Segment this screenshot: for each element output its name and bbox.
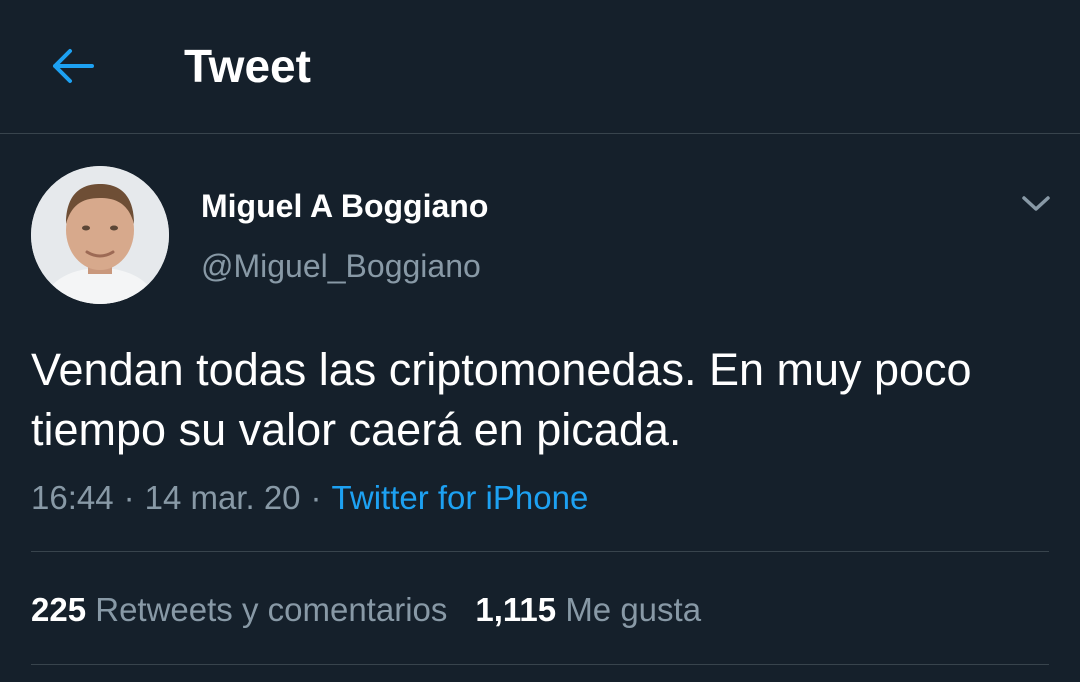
avatar[interactable] [31,166,169,304]
page-title: Tweet [184,40,311,92]
arrow-left-icon [53,49,94,83]
tweet-text: Vendan todas las criptomonedas. En muy p… [31,344,972,455]
retweets-label: Retweets y comentarios [95,591,448,628]
chevron-down-icon [1022,196,1050,211]
tweet-meta: 16:44 · 14 mar. 20 · Twitter for iPhone [31,476,588,520]
divider [31,664,1049,665]
back-button[interactable] [40,34,104,98]
tweet-source-link[interactable]: Twitter for iPhone [332,479,589,516]
retweets-stat[interactable]: 225 Retweets y comentarios [31,591,447,628]
retweets-count: 225 [31,591,87,628]
author-display-name[interactable]: Miguel A Boggiano [201,186,488,226]
likes-count: 1,115 [475,591,557,628]
author-handle[interactable]: @Miguel_Boggiano [201,246,481,286]
profile-photo [31,166,169,304]
likes-stat[interactable]: 1,115 Me gusta [475,591,701,628]
meta-separator: · [123,479,135,516]
meta-separator: · [310,479,322,516]
tweet-stats: 225 Retweets y comentarios 1,115 Me gusta [31,588,729,632]
divider [31,551,1049,552]
tweet-date: 14 mar. 20 [144,479,301,516]
top-bar: Tweet [0,0,1080,134]
tweet-time: 16:44 [31,479,114,516]
likes-label: Me gusta [565,591,702,628]
tweet-menu-button[interactable] [1016,186,1056,222]
tweet-detail-screen: Tweet Miguel A Boggiano @Miguel_Boggiano… [0,0,1080,682]
